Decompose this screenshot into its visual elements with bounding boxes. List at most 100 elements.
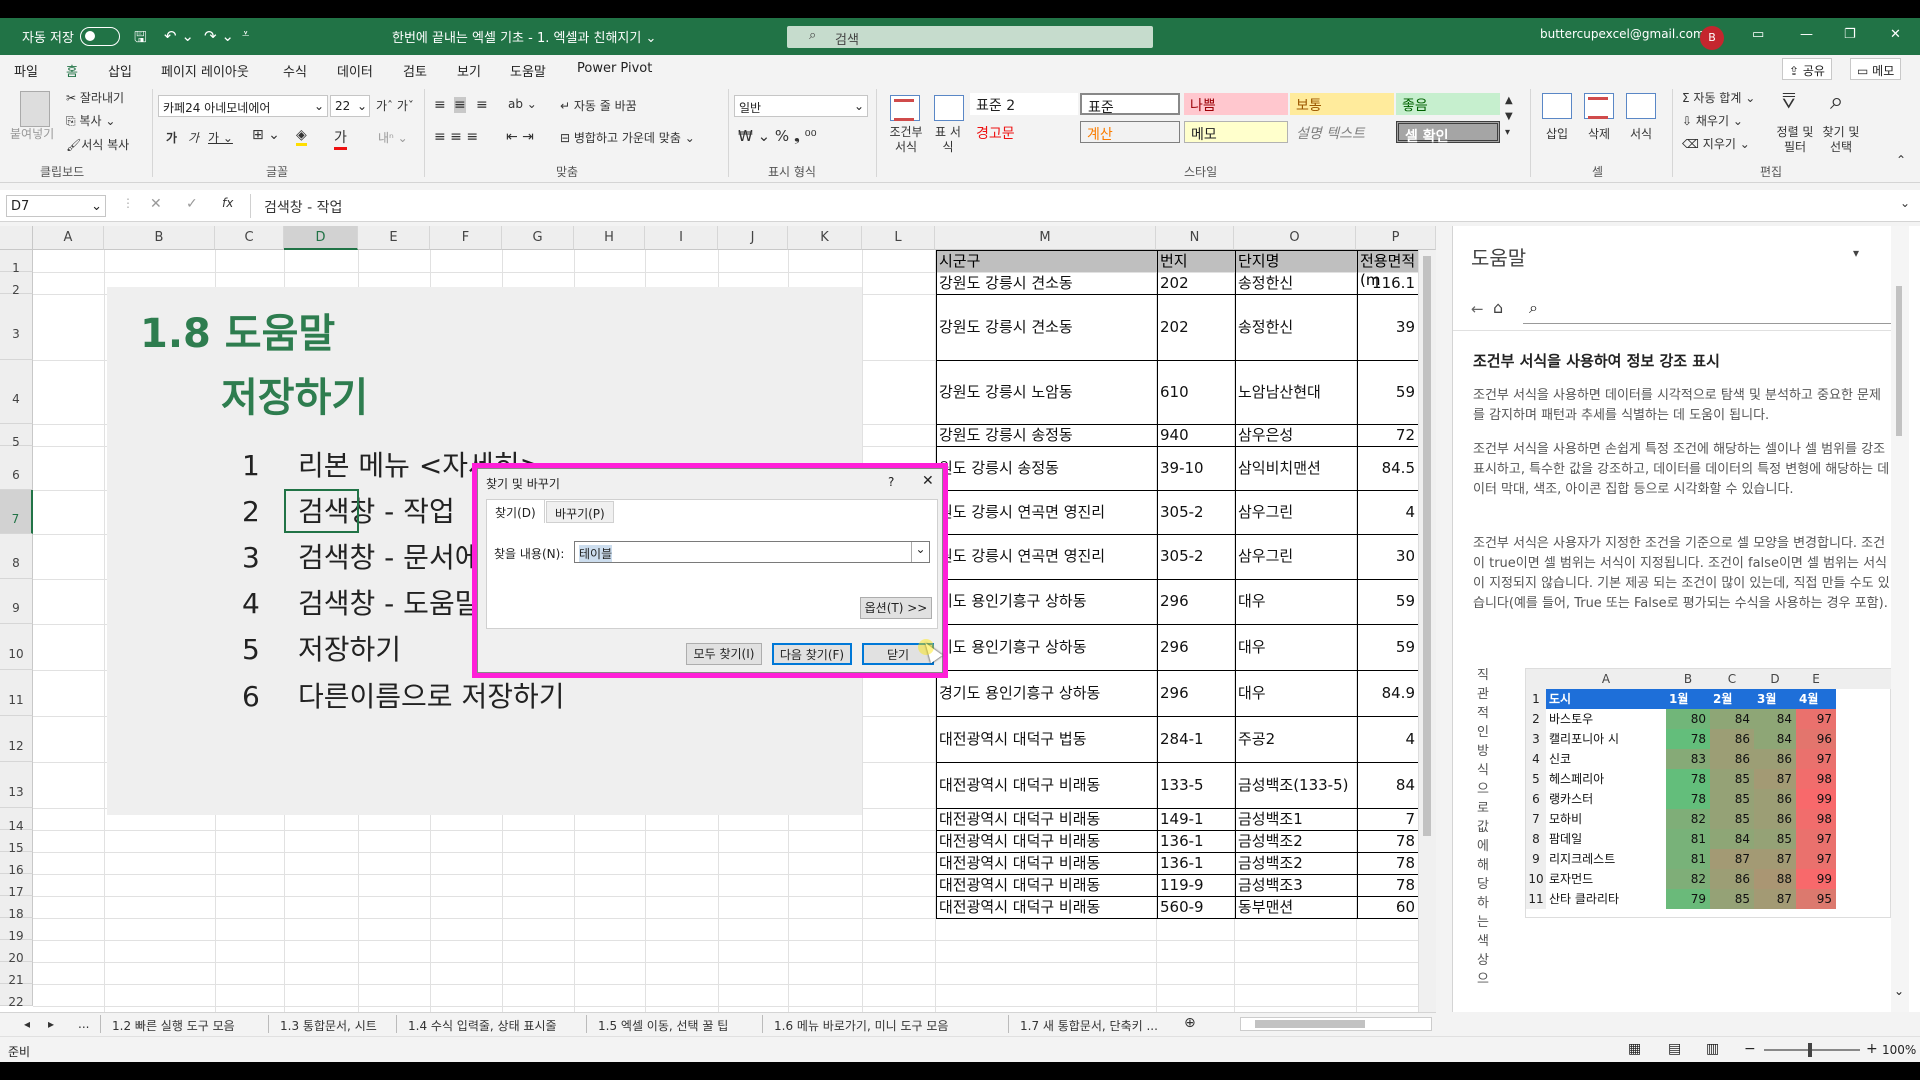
font-name-select[interactable]: 카페24 아네모네에어 ⌄ xyxy=(158,95,328,117)
insert-cells-label[interactable]: 삽입 xyxy=(1546,125,1568,142)
table-cell[interactable]: 7 xyxy=(1360,808,1415,830)
customize-qat-icon[interactable]: ⩡ xyxy=(242,27,249,42)
table-cell[interactable]: 대전광역시 대덕구 비래동 xyxy=(939,896,1154,918)
style-bad[interactable]: 나쁨 xyxy=(1184,93,1288,115)
table-cell[interactable]: 원도 강릉시 송정동 xyxy=(939,446,1154,490)
table-cell[interactable]: 78 xyxy=(1360,852,1415,874)
table-cell[interactable]: 59 xyxy=(1360,579,1415,624)
table-cell[interactable]: 39-10 xyxy=(1160,446,1232,490)
help-scrollbar[interactable]: ⌄ xyxy=(1891,226,1909,1012)
style-note[interactable]: 메모 xyxy=(1184,121,1288,143)
column-header-o[interactable]: O xyxy=(1234,226,1356,250)
close-window-icon[interactable]: ✕ xyxy=(1890,27,1901,42)
table-cell[interactable]: 강원도 강릉시 노암동 xyxy=(939,360,1154,424)
row-header-19[interactable]: 19 xyxy=(0,918,33,943)
cut-button[interactable]: ✂ 잘라내기 xyxy=(66,89,124,106)
column-header-d[interactable]: D xyxy=(284,226,358,250)
restore-icon[interactable]: ❐ xyxy=(1844,27,1856,42)
tab-view[interactable]: 보기 xyxy=(457,61,481,80)
enter-icon[interactable]: ✓ xyxy=(186,196,198,212)
undo-icon[interactable]: ↶ ⌄ xyxy=(164,27,194,45)
search-box[interactable]: ⌕ 검색 xyxy=(787,26,1153,48)
tab-file[interactable]: 파일 xyxy=(14,61,38,80)
table-cell[interactable]: 기도 용인기흥구 상하동 xyxy=(939,624,1154,670)
column-header-b[interactable]: B xyxy=(104,226,215,250)
column-header-j[interactable]: J xyxy=(718,226,788,250)
document-title[interactable]: 한번에 끝내는 엑셀 기초 - 1. 엑셀과 친해지기 ⌄ xyxy=(392,27,656,46)
row-header-13[interactable]: 13 xyxy=(0,762,33,808)
column-header-l[interactable]: L xyxy=(862,226,935,250)
horizontal-scrollbar[interactable] xyxy=(1240,1017,1432,1031)
comments-button[interactable]: ▭ 메모 xyxy=(1850,58,1902,80)
find-select-icon[interactable]: ⌕ xyxy=(1830,87,1843,115)
paste-icon[interactable] xyxy=(20,91,50,127)
style-check-cell[interactable]: 셀 확인 xyxy=(1396,121,1500,145)
row-header-15[interactable]: 15 xyxy=(0,830,33,855)
table-cell[interactable]: 78 xyxy=(1360,874,1415,896)
table-cell[interactable]: 39 xyxy=(1360,294,1415,360)
row-header-3[interactable]: 3 xyxy=(0,294,33,360)
align-middle-icon[interactable]: ≡ xyxy=(454,97,466,113)
normal-view-icon[interactable]: ▦ xyxy=(1628,1041,1641,1057)
select-all-corner[interactable] xyxy=(0,226,33,250)
row-header-9[interactable]: 9 xyxy=(0,579,33,624)
insert-cells-icon[interactable] xyxy=(1542,93,1572,119)
sheet-tab[interactable]: 1.5 엑셀 이동, 선택 꿀 팁 xyxy=(598,1017,728,1034)
table-cell[interactable]: 대전광역시 대덕구 비래동 xyxy=(939,762,1154,808)
table-cell[interactable]: 강원도 강릉시 송정동 xyxy=(939,424,1154,446)
table-cell[interactable]: 금성백조(133-5) xyxy=(1238,762,1354,808)
vertical-scrollbar[interactable] xyxy=(1418,250,1436,1012)
scrollbar-thumb[interactable] xyxy=(1896,286,1902,436)
table-cell[interactable]: 대전광역시 대덕구 비래동 xyxy=(939,830,1154,852)
page-layout-icon[interactable]: ▤ xyxy=(1668,1041,1681,1057)
minimize-icon[interactable]: — xyxy=(1800,27,1813,42)
table-cell[interactable]: 금성백조2 xyxy=(1238,830,1354,852)
table-cell[interactable]: 305-2 xyxy=(1160,490,1232,534)
table-cell[interactable]: 금성백조1 xyxy=(1238,808,1354,830)
tab-data[interactable]: 데이터 xyxy=(337,61,373,80)
tab-prev-icon[interactable]: ◂ xyxy=(24,1017,30,1031)
row-header-4[interactable]: 4 xyxy=(0,360,33,424)
avatar[interactable]: B xyxy=(1700,26,1724,50)
table-cell[interactable]: 대우 xyxy=(1238,579,1354,624)
row-header-21[interactable]: 21 xyxy=(0,962,33,987)
find-what-input[interactable]: 테이블 ⌄ xyxy=(574,541,930,563)
help-search-input[interactable]: ⌕ xyxy=(1523,292,1909,324)
table-format-label[interactable]: 표 서식 xyxy=(930,125,966,155)
name-box[interactable]: D7 ⌄ xyxy=(6,195,106,217)
collapse-ribbon-icon[interactable]: ⌃ xyxy=(1896,153,1906,167)
table-cell[interactable]: 78 xyxy=(1360,830,1415,852)
table-cell[interactable]: 84 xyxy=(1360,762,1415,808)
find-next-button[interactable]: 다음 찾기(F) xyxy=(772,643,852,665)
fill-color-icon[interactable]: ◈ xyxy=(296,127,307,146)
table-cell[interactable]: 149-1 xyxy=(1160,808,1232,830)
format-cells-icon[interactable] xyxy=(1626,93,1656,119)
tab-help[interactable]: 도움말 xyxy=(510,61,546,80)
sheet-tab[interactable]: 1.4 수식 입력줄, 상태 표시줄 xyxy=(408,1017,557,1034)
clear-button[interactable]: ⌫ 지우기 ⌄ xyxy=(1682,135,1750,152)
row-header-11[interactable]: 11 xyxy=(0,670,33,716)
tab-review[interactable]: 검토 xyxy=(403,61,427,80)
table-cell[interactable]: 60 xyxy=(1360,896,1415,918)
row-header-14[interactable]: 14 xyxy=(0,808,33,833)
options-button[interactable]: 옵션(T) >> xyxy=(860,597,932,619)
row-header-10[interactable]: 10 xyxy=(0,624,33,670)
column-header-g[interactable]: G xyxy=(502,226,574,250)
paste-label[interactable]: 붙여넣기 xyxy=(10,125,54,142)
table-cell[interactable]: 대우 xyxy=(1238,624,1354,670)
table-cell[interactable]: 284-1 xyxy=(1160,716,1232,762)
orientation-icon[interactable]: ab ⌄ xyxy=(508,97,537,111)
number-format-select[interactable]: 일반 ⌄ xyxy=(734,95,868,117)
table-cell[interactable]: 강원도 강릉시 견소동 xyxy=(939,272,1154,294)
table-cell[interactable]: 560-9 xyxy=(1160,896,1232,918)
style-normal[interactable]: 표준 xyxy=(1080,93,1180,116)
table-cell[interactable]: 136-1 xyxy=(1160,830,1232,852)
table-cell[interactable]: 610 xyxy=(1160,360,1232,424)
table-cell[interactable]: 송정한신 xyxy=(1238,294,1354,360)
dialog-close-icon[interactable]: ✕ xyxy=(922,473,934,489)
scrollbar-thumb[interactable] xyxy=(1423,256,1431,836)
table-cell[interactable]: 대전광역시 대덕구 비래동 xyxy=(939,808,1154,830)
copy-button[interactable]: ⎘ 복사 ⌄ xyxy=(66,112,115,129)
autosum-button[interactable]: Σ 자동 합계 ⌄ xyxy=(1682,89,1755,106)
delete-cells-icon[interactable] xyxy=(1584,93,1614,119)
